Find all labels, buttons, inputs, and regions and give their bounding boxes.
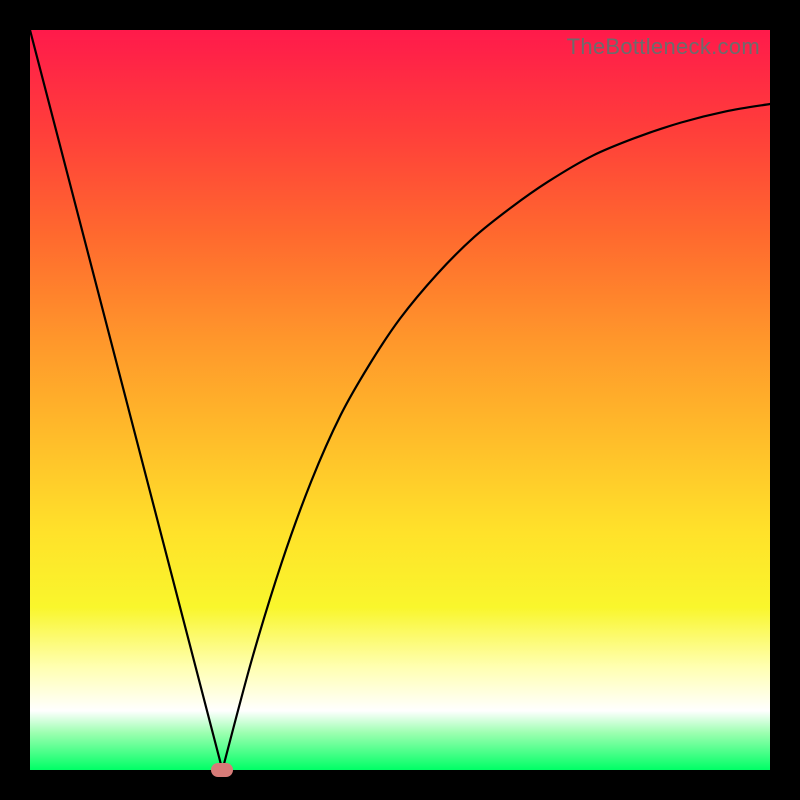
optimal-marker <box>211 763 233 777</box>
bottleneck-curve <box>30 30 770 770</box>
plot-area: TheBottleneck.com <box>30 30 770 770</box>
chart-frame: TheBottleneck.com <box>0 0 800 800</box>
curve-path <box>30 30 770 770</box>
